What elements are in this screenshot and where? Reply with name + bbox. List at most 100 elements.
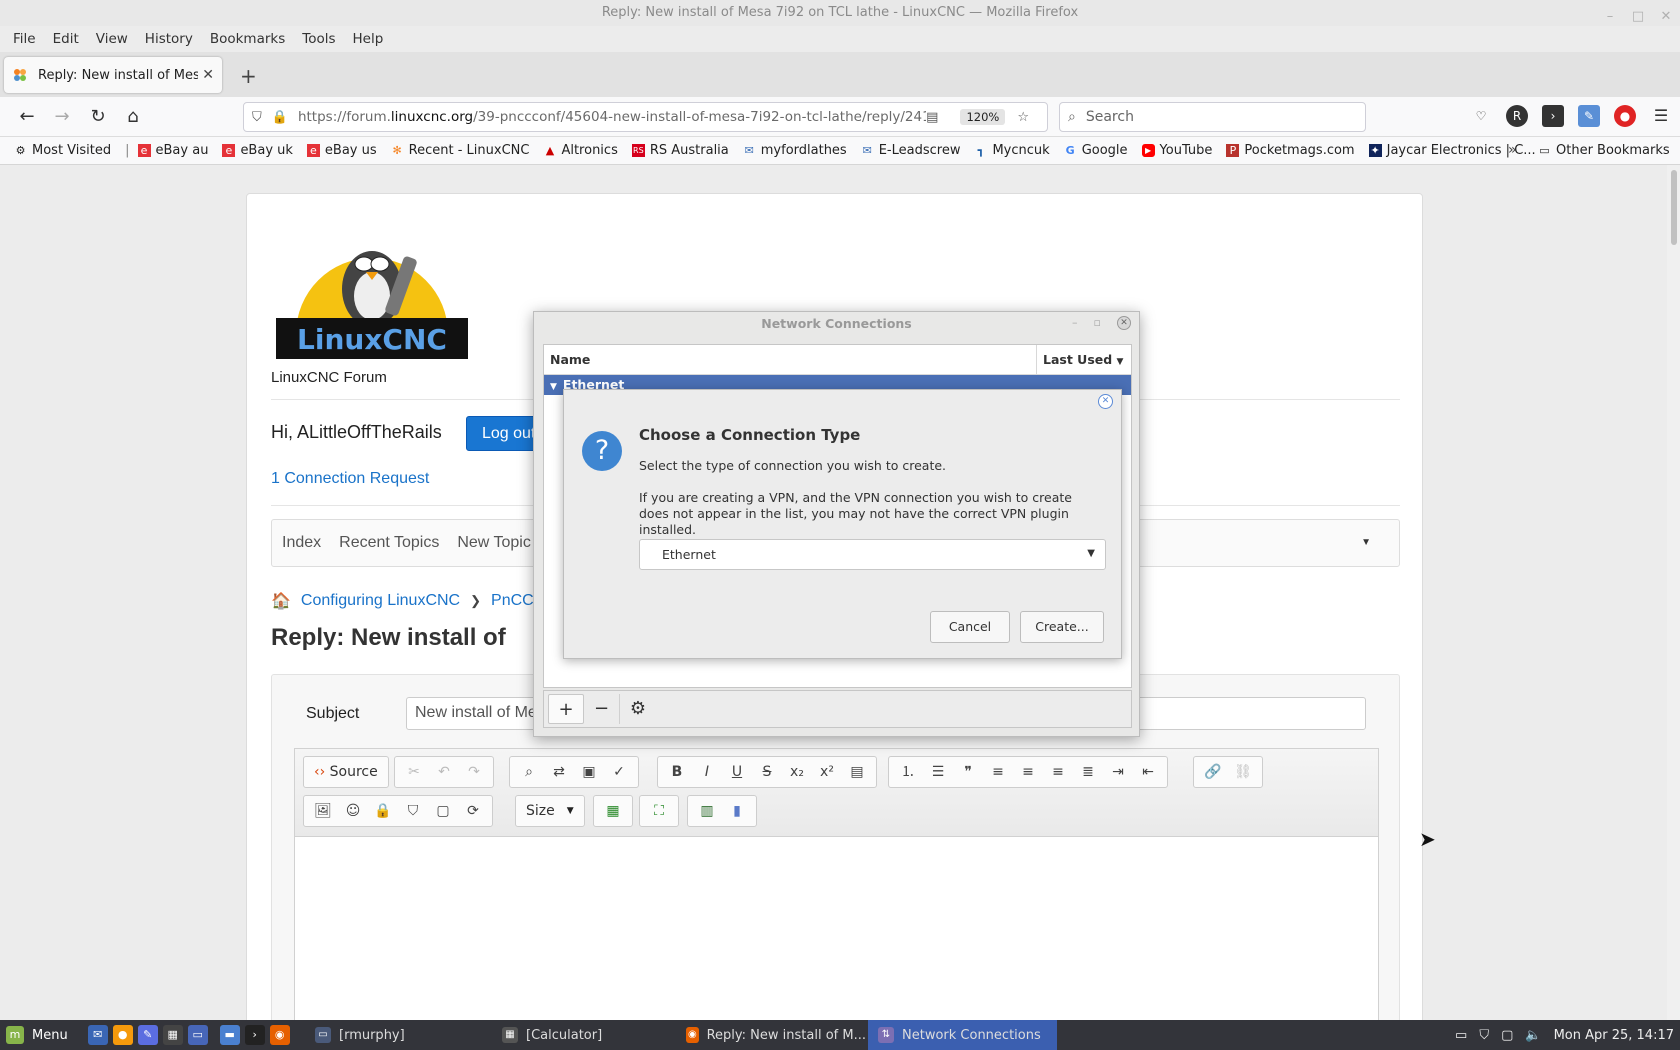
bookmark-google[interactable]: G Google	[1064, 143, 1128, 158]
taskbar-window-network[interactable]: ⇅ Network Connections	[868, 1020, 1057, 1050]
align-center-icon[interactable]: ≡	[1013, 759, 1043, 785]
taskbar-window-rmurphy[interactable]: ▭ [rmurphy]	[305, 1020, 485, 1050]
home-icon[interactable]: ⌂	[122, 106, 144, 128]
align-right-icon[interactable]: ≡	[1043, 759, 1073, 785]
nav-index[interactable]: Index	[282, 534, 321, 552]
select-all-icon[interactable]: ▣	[574, 759, 604, 785]
menu-file[interactable]: File	[6, 31, 46, 47]
home-icon[interactable]: 🏠	[271, 591, 291, 611]
reader-view-icon[interactable]: ▤	[926, 110, 938, 125]
menu-view[interactable]: View	[89, 31, 138, 47]
add-connection-button[interactable]: +	[548, 694, 584, 724]
remove-connection-button[interactable]: −	[584, 694, 620, 724]
bookmark-pocketmags[interactable]: P Pocketmags.com	[1226, 143, 1355, 158]
menu-tools[interactable]: Tools	[295, 31, 345, 47]
image-icon[interactable]: 🖼	[308, 798, 338, 824]
source-button[interactable]: ‹› Source	[308, 759, 384, 785]
bookmark-ebay-uk[interactable]: e eBay uk	[222, 143, 293, 158]
connection-request-link[interactable]: 1 Connection Request	[271, 470, 429, 488]
shield-icon[interactable]: ⛉	[398, 798, 428, 824]
files-launcher-icon[interactable]: ▬	[219, 1025, 240, 1045]
settings-gear-button[interactable]: ⚙	[620, 694, 656, 724]
start-menu-button[interactable]: m Menu	[0, 1026, 74, 1044]
lock-icon[interactable]: 🔒	[272, 110, 288, 125]
tab-close-icon[interactable]: ✕	[202, 67, 214, 83]
bookmark-e-leadscrew[interactable]: ✉ E-Leadscrew	[861, 143, 961, 158]
column-last-used[interactable]: Last Used ▼	[1037, 345, 1131, 374]
strikethrough-icon[interactable]: S	[752, 759, 782, 785]
nc-minimize-button[interactable]: –	[1072, 316, 1078, 330]
smiley-icon[interactable]: ☺	[338, 798, 368, 824]
scrollbar-thumb[interactable]	[1671, 170, 1677, 245]
subscript-icon[interactable]: x₂	[782, 759, 812, 785]
linuxcnc-logo[interactable]: LinuxCNC	[276, 234, 468, 359]
rtl-icon[interactable]: ⇤	[1133, 759, 1163, 785]
cut-icon[interactable]: ✂	[399, 759, 429, 785]
nav-recent-topics[interactable]: Recent Topics	[339, 534, 439, 552]
extension-icon[interactable]: ✎	[1578, 105, 1600, 127]
window-launcher-icon[interactable]: ▭	[187, 1025, 208, 1045]
connection-type-select[interactable]: Ethernet ▼	[639, 539, 1106, 570]
tab-active[interactable]: Reply: New install of Mesa 7 ✕	[4, 57, 222, 93]
color-picker-icon[interactable]: ▦	[598, 798, 628, 824]
calculator-launcher-icon[interactable]: ▦	[162, 1025, 183, 1045]
shield-icon[interactable]: ⛉	[1479, 1028, 1489, 1043]
shield-icon[interactable]: ⛉	[252, 110, 262, 125]
find-icon[interactable]: ⌕	[514, 759, 544, 785]
nc-close-button[interactable]: ✕	[1117, 316, 1131, 330]
redo-icon[interactable]: ↷	[459, 759, 489, 785]
firefox-launcher-icon[interactable]: ●	[112, 1025, 133, 1045]
dialog-close-icon[interactable]: ✕	[1098, 394, 1113, 409]
replace-icon[interactable]: ⇄	[544, 759, 574, 785]
pocket-icon[interactable]: ♡	[1470, 105, 1492, 127]
bookmark-most-visited[interactable]: ⚙ Most Visited	[14, 143, 112, 158]
search-input[interactable]: ⌕ Search	[1059, 102, 1366, 132]
bookmark-myfordlathes[interactable]: ✉ myfordlathes	[743, 143, 847, 158]
bookmarks-overflow-icon[interactable]: »	[1508, 142, 1517, 158]
link-icon[interactable]: 🔗	[1198, 759, 1228, 785]
forward-icon[interactable]: →	[51, 106, 73, 128]
bookmark-other[interactable]: ▭ Other Bookmarks	[1538, 143, 1669, 158]
page-scrollbar[interactable]	[1667, 165, 1680, 1020]
bookmark-youtube[interactable]: ▶ YouTube	[1141, 143, 1212, 158]
addon-icon[interactable]: ●	[1614, 105, 1636, 127]
italic-icon[interactable]: I	[692, 759, 722, 785]
blockquote-icon[interactable]: ❞	[953, 759, 983, 785]
zoom-level[interactable]: 120%	[960, 109, 1006, 125]
bold-icon[interactable]: B	[662, 759, 692, 785]
cancel-button[interactable]: Cancel	[930, 611, 1010, 643]
justify-icon[interactable]: ≣	[1073, 759, 1103, 785]
volume-icon[interactable]: 🔈	[1525, 1028, 1541, 1043]
chart-icon[interactable]: ▮	[722, 798, 752, 824]
iframe-icon[interactable]: ▢	[428, 798, 458, 824]
unlink-icon[interactable]: ⛓	[1228, 759, 1258, 785]
menu-bookmarks[interactable]: Bookmarks	[203, 31, 295, 47]
numbered-list-icon[interactable]: ⒈	[893, 759, 923, 785]
network-tray-icon[interactable]: ▢	[1501, 1028, 1513, 1043]
back-icon[interactable]: ←	[16, 106, 38, 128]
menu-edit[interactable]: Edit	[46, 31, 89, 47]
rich-text-editor[interactable]: ‹› Source ✂ ↶ ↷ ⌕ ⇄ ▣ ✓ B I U S x₂ x² ▤ …	[294, 748, 1379, 1020]
terminal-launcher-icon[interactable]: ›	[244, 1025, 265, 1045]
chevron-down-icon[interactable]: ▼	[1361, 537, 1371, 548]
url-bar[interactable]: ⛉ 🔒 https://forum.linuxcnc.org/39-pnccco…	[243, 102, 1048, 132]
bookmark-star-icon[interactable]: ☆	[1017, 110, 1029, 125]
display-icon[interactable]: ▭	[1455, 1028, 1467, 1043]
align-left-icon[interactable]: ≡	[983, 759, 1013, 785]
bookmark-rs-australia[interactable]: RS RS Australia	[631, 143, 729, 158]
bulleted-list-icon[interactable]: ☰	[923, 759, 953, 785]
menu-history[interactable]: History	[138, 31, 203, 47]
menu-help[interactable]: Help	[346, 31, 394, 47]
bookmark-ebay-us[interactable]: e eBay us	[306, 143, 377, 158]
nav-new-topic[interactable]: New Topic	[457, 534, 531, 552]
bookmark-ebay-au[interactable]: e eBay au	[137, 143, 208, 158]
account-icon[interactable]: R	[1506, 105, 1528, 127]
bookmark-altronics[interactable]: ▲ Altronics	[543, 143, 618, 158]
mail-launcher-icon[interactable]: ✉	[87, 1025, 108, 1045]
size-dropdown[interactable]: Size ▼	[515, 795, 585, 827]
superscript-icon[interactable]: x²	[812, 759, 842, 785]
terminal-icon[interactable]: ›	[1542, 105, 1564, 127]
clock[interactable]: Mon Apr 25, 14:17	[1554, 1028, 1674, 1043]
template-icon[interactable]: ⟳	[458, 798, 488, 824]
new-tab-button[interactable]: +	[240, 64, 257, 88]
